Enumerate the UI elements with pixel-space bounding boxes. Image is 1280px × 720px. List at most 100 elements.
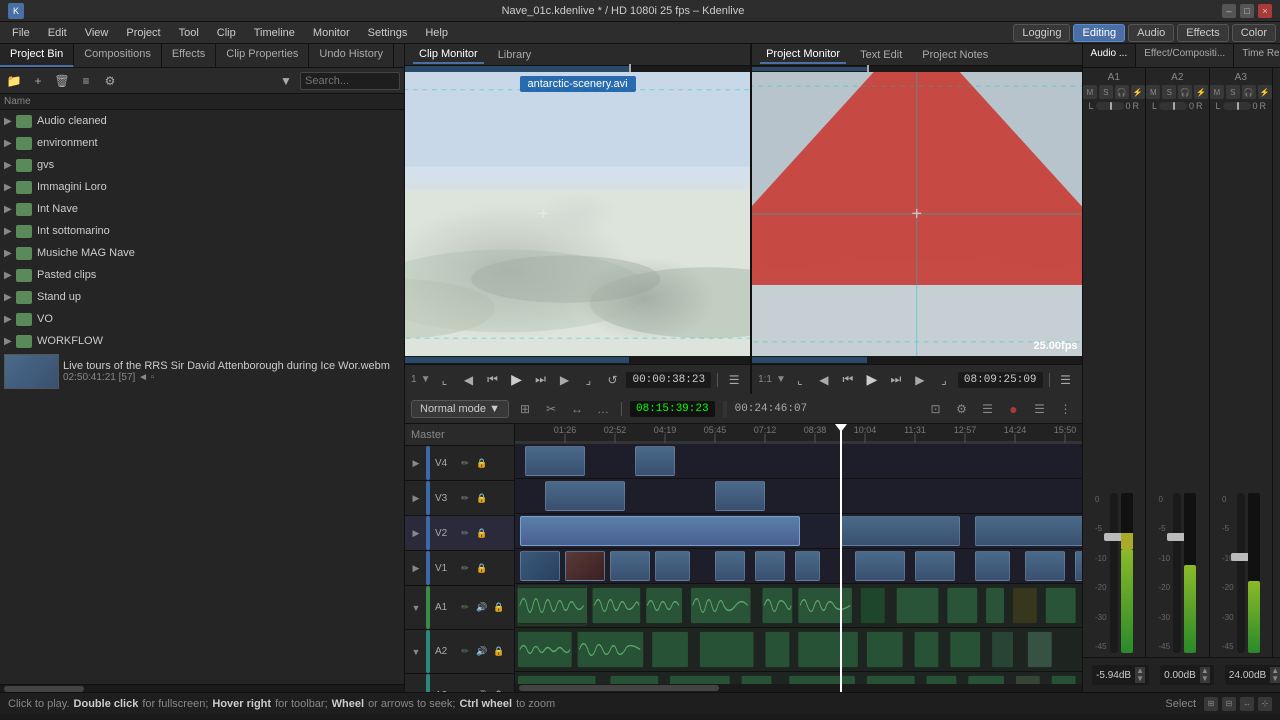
menu-timeline[interactable]: Timeline [246, 25, 303, 41]
tab-project-bin[interactable]: Project Bin [0, 44, 74, 67]
track-v3[interactable] [515, 479, 1082, 514]
rewind-btn[interactable]: ⏮ [482, 370, 502, 390]
menu-monitor[interactable]: Monitor [305, 25, 358, 41]
bin-item-gvs[interactable]: ▶ gvs [0, 154, 404, 176]
tl-more-btn[interactable]: … [593, 399, 613, 419]
mode-audio[interactable]: Audio [1128, 24, 1174, 42]
expand-icon[interactable]: ▶ [4, 270, 16, 281]
track-expand-v1[interactable]: ▶ [409, 561, 423, 575]
clip-v2-2[interactable] [840, 516, 960, 546]
mute-a3[interactable]: M [1210, 85, 1224, 99]
track-lock-v3[interactable]: 🔒 [475, 491, 489, 505]
tl-chapters-btn[interactable]: ☰ [978, 399, 998, 419]
expand-icon[interactable]: ▶ [4, 292, 16, 303]
tab-clip-monitor[interactable]: Clip Monitor [413, 46, 484, 64]
track-expand-a2[interactable]: ▼ [409, 645, 423, 659]
proj-in-btn[interactable]: ⌞ [790, 370, 810, 390]
bin-new-folder[interactable]: 📁 [4, 71, 24, 91]
tab-text-edit[interactable]: Text Edit [854, 47, 908, 63]
clip-v1-1[interactable] [520, 551, 560, 581]
tab-time-re[interactable]: Time Re... [1234, 44, 1280, 67]
track-lock-a1[interactable]: 🔒 [492, 601, 506, 615]
expand-icon[interactable]: ▶ [4, 336, 16, 347]
track-lock-a3[interactable]: 🔒 [492, 689, 506, 693]
solo-a3[interactable]: S [1226, 85, 1240, 99]
spin-dn-3[interactable]: ▼ [1270, 675, 1280, 683]
bin-item-vo[interactable]: ▶ VO [0, 308, 404, 330]
track-edit-v1[interactable]: ✏ [458, 561, 472, 575]
menu-settings[interactable]: Settings [360, 25, 416, 41]
mode-logging[interactable]: Logging [1013, 24, 1070, 42]
search-input[interactable] [300, 72, 400, 90]
bin-delete[interactable]: 🗑 [52, 71, 72, 91]
in-point-btn[interactable]: ⌞ [434, 370, 454, 390]
clip-v4-1[interactable] [525, 446, 585, 476]
tl-extra-btn[interactable]: ☰ [1030, 399, 1050, 419]
tab-library[interactable]: Library [492, 47, 538, 63]
menu-clip[interactable]: Clip [209, 25, 244, 41]
tab-project-monitor[interactable]: Project Monitor [760, 46, 846, 64]
tab-clip-properties[interactable]: Clip Properties [216, 44, 309, 67]
track-v4[interactable] [515, 444, 1082, 479]
expand-icon[interactable]: ▶ [4, 182, 16, 193]
fader-a3[interactable] [1237, 493, 1245, 653]
maximize-button[interactable]: □ [1240, 4, 1254, 18]
close-button[interactable]: × [1258, 4, 1272, 18]
mute-a1[interactable]: M [1083, 85, 1097, 99]
mode-editing[interactable]: Editing [1073, 24, 1125, 42]
bin-filter[interactable]: ▼ [276, 71, 296, 91]
track-expand-v3[interactable]: ▶ [409, 491, 423, 505]
track-edit-v2[interactable]: ✏ [458, 526, 472, 540]
menu-help[interactable]: Help [417, 25, 456, 41]
expand-icon[interactable]: ▶ [4, 160, 16, 171]
clip-v1-3[interactable] [610, 551, 650, 581]
clip-v1-12[interactable] [1075, 551, 1082, 581]
effect-a3[interactable]: ⚡ [1258, 85, 1272, 99]
track-edit-a1[interactable]: ✏ [458, 601, 472, 615]
clip-v1-6[interactable] [755, 551, 785, 581]
bin-view-toggle[interactable]: ≡ [76, 71, 96, 91]
pan-knob-a3[interactable] [1223, 102, 1251, 110]
clip-v1-11[interactable] [1025, 551, 1065, 581]
tab-undo-history[interactable]: Undo History [309, 44, 394, 67]
bin-item-musiche[interactable]: ▶ Musiche MAG Nave [0, 242, 404, 264]
tab-effects[interactable]: Effects [162, 44, 216, 67]
mixer-spin2[interactable]: ▲ ▼ [1200, 667, 1210, 683]
bin-item-pasted[interactable]: ▶ Pasted clips [0, 264, 404, 286]
bin-settings[interactable]: ⚙ [100, 71, 120, 91]
bin-add-clip[interactable]: + [28, 71, 48, 91]
pan-knob-a2[interactable] [1159, 102, 1187, 110]
clip-v1-2[interactable] [565, 551, 605, 581]
expand-icon[interactable]: ▶ [4, 116, 16, 127]
ratio-selector[interactable]: ▼ [421, 374, 431, 385]
expand-icon[interactable]: ▶ [4, 248, 16, 259]
menu-view[interactable]: View [77, 25, 117, 41]
track-mute-a2[interactable]: 🔊 [475, 645, 489, 659]
bin-item-workflow[interactable]: ▶ WORKFLOW [0, 330, 404, 352]
clip-v2-1[interactable] [520, 516, 800, 546]
effect-a2[interactable]: ⚡ [1194, 85, 1208, 99]
playhead[interactable] [840, 424, 842, 692]
clip-v1-4[interactable] [655, 551, 690, 581]
proj-next-btn[interactable]: ▶ [910, 370, 930, 390]
spin-dn-2[interactable]: ▼ [1200, 675, 1210, 683]
track-expand-a1[interactable]: ▼ [409, 601, 423, 615]
ff-btn[interactable]: ⏭ [530, 370, 550, 390]
clip-v1-10[interactable] [975, 551, 1010, 581]
expand-icon[interactable]: ▶ [4, 204, 16, 215]
record-btn[interactable]: ● [1004, 399, 1024, 419]
clip-v1-5[interactable] [715, 551, 745, 581]
mixer-spin1[interactable]: ▲ ▼ [1135, 667, 1145, 683]
timeline-tracks[interactable]: 01:26 02:52 04:19 05:45 07:12 08:38 [515, 424, 1082, 692]
next-frame-btn[interactable]: ▶ [554, 370, 574, 390]
mute-a2[interactable]: M [1146, 85, 1160, 99]
expand-icon[interactable]: ▶ [4, 138, 16, 149]
play-btn[interactable]: ▶ [506, 370, 526, 390]
track-expand-a3[interactable]: ▼ [409, 689, 423, 693]
tab-project-notes[interactable]: Project Notes [916, 47, 994, 63]
track-edit-v4[interactable]: ✏ [458, 456, 472, 470]
tl-settings-btn[interactable]: ⚙ [952, 399, 972, 419]
tl-spacer-btn[interactable]: ↔ [567, 399, 587, 419]
track-lock-v4[interactable]: 🔒 [475, 456, 489, 470]
clip-v1-7[interactable] [795, 551, 820, 581]
